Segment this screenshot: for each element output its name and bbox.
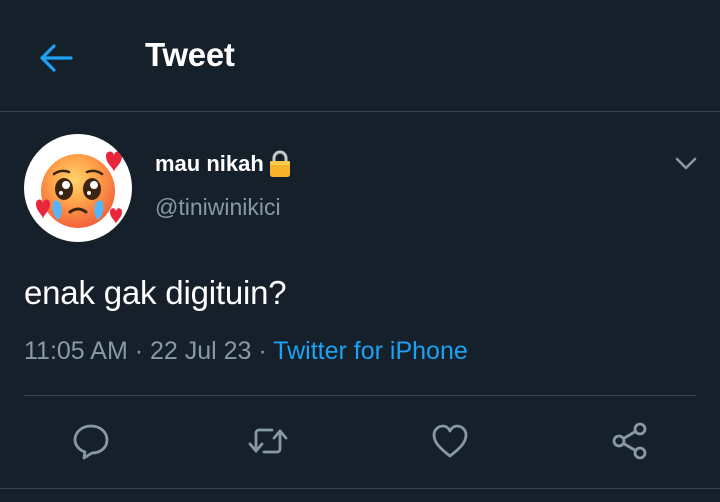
avatar[interactable] <box>24 134 132 242</box>
reply-button[interactable] <box>68 418 114 464</box>
tweet-actions-bar <box>0 418 720 466</box>
pleading-face-with-hearts-icon <box>36 151 122 228</box>
author-name-row[interactable]: mau nikah <box>155 147 293 181</box>
chevron-down-icon <box>675 157 697 170</box>
reply-icon <box>73 424 109 460</box>
tweet-time: 11:05 AM <box>24 337 128 365</box>
tweet-date: 22 Jul 23 <box>150 337 252 365</box>
bottom-divider <box>0 488 720 489</box>
back-button[interactable] <box>34 38 78 78</box>
meta-separator: · <box>127 337 150 365</box>
tweet-detail-screen: Tweet mau nikah @tiniwinikici enak gak d… <box>0 0 720 502</box>
user-handle[interactable]: @tiniwinikici <box>155 194 281 221</box>
tweet-source-link[interactable]: Twitter for iPhone <box>273 337 468 365</box>
tweet-options-button[interactable] <box>670 148 702 180</box>
meta-separator: · <box>251 337 274 365</box>
tweet-text: enak gak digituin? <box>24 274 287 311</box>
tweet-metadata: 11:05 AM · 22 Jul 23 · Twitter for iPhon… <box>24 337 468 366</box>
retweet-button[interactable] <box>245 418 291 464</box>
like-icon <box>432 424 468 458</box>
top-bar: Tweet <box>0 0 720 112</box>
divider <box>24 395 696 396</box>
share-button[interactable] <box>607 418 653 464</box>
display-name: mau nikah <box>155 151 264 176</box>
back-arrow-icon <box>40 44 73 72</box>
like-button[interactable] <box>427 418 473 464</box>
retweet-icon <box>248 428 288 454</box>
page-title: Tweet <box>145 36 235 73</box>
lock-icon <box>267 150 293 178</box>
share-icon <box>612 422 647 460</box>
